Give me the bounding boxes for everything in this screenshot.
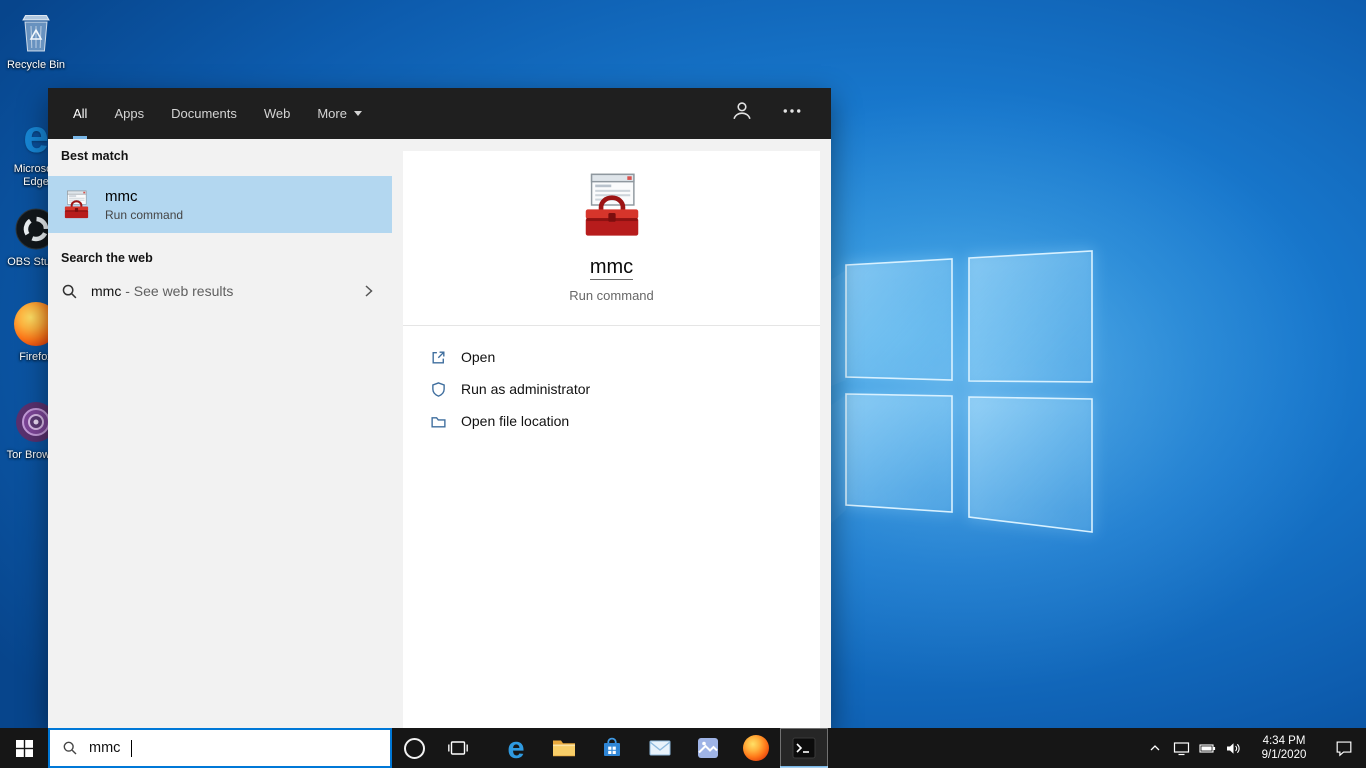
web-result-text: mmc - See web results: [91, 283, 234, 299]
open-icon: [432, 350, 445, 364]
action-center-button[interactable]: [1322, 728, 1366, 768]
desktop: Recycle Bin e Microsoft Edge OBS Studio …: [0, 0, 1366, 768]
result-subtitle: Run command: [105, 208, 184, 222]
search-input-text: mmc: [89, 740, 121, 756]
desktop-icon-label: Recycle Bin: [6, 59, 66, 71]
file-explorer-icon: [553, 740, 575, 757]
microsoft-store-button[interactable]: [588, 728, 636, 768]
desktop-icon-recycle-bin[interactable]: Recycle Bin: [0, 8, 72, 72]
shield-icon: [432, 381, 445, 397]
action-open-file-location[interactable]: Open file location: [403, 405, 820, 437]
tab-apps[interactable]: Apps: [114, 88, 144, 139]
windows-logo-icon: [15, 739, 33, 757]
preview-pane: mmc Run command Open Run as administrato…: [403, 151, 820, 728]
preview-app-icon: [403, 170, 820, 240]
divider: [403, 325, 820, 326]
search-results-list: Best match mmc Run command Search the we…: [48, 139, 392, 728]
folder-icon: [431, 416, 446, 428]
mmc-toolbox-icon: [61, 189, 92, 220]
text-cursor: [131, 739, 133, 757]
mail-icon: [649, 740, 671, 756]
edge-taskbar-button[interactable]: e: [492, 728, 540, 768]
clock-time: 4:34 PM: [1262, 735, 1306, 747]
search-the-web-label: Search the web: [61, 251, 153, 265]
chevron-down-icon: [353, 111, 362, 116]
search-tabs-header: All Apps Documents Web More: [48, 88, 831, 139]
microsoft-store-icon: [604, 737, 620, 756]
recycle-bin-icon: [0, 8, 72, 56]
taskbar-search-box[interactable]: mmc: [48, 728, 392, 768]
search-tabs: All Apps Documents Web More: [73, 88, 362, 139]
action-run-as-administrator[interactable]: Run as administrator: [403, 373, 820, 405]
search-icon: [62, 740, 78, 756]
clock[interactable]: 4:34 PM 9/1/2020: [1246, 728, 1322, 768]
action-open[interactable]: Open: [403, 341, 820, 373]
tab-web[interactable]: Web: [264, 88, 291, 139]
command-prompt-icon: [792, 737, 816, 759]
tray-chevron-up-icon[interactable]: [1142, 728, 1168, 768]
file-explorer-button[interactable]: [540, 728, 588, 768]
preview-actions: Open Run as administrator Open file loca…: [403, 341, 820, 437]
web-result-row[interactable]: mmc - See web results: [48, 273, 392, 309]
best-match-label: Best match: [61, 149, 129, 163]
action-center-icon: [1336, 741, 1352, 757]
result-title: mmc: [105, 188, 138, 205]
volume-icon[interactable]: [1220, 728, 1246, 768]
pinned-apps: e: [492, 728, 828, 768]
tab-more[interactable]: More: [317, 88, 362, 139]
mail-button[interactable]: [636, 728, 684, 768]
tab-documents[interactable]: Documents: [171, 88, 237, 139]
edge-icon: e: [507, 730, 525, 765]
ellipsis-icon[interactable]: [781, 100, 803, 127]
task-view-button[interactable]: [436, 728, 480, 768]
command-prompt-button[interactable]: [780, 728, 828, 768]
battery-icon[interactable]: [1194, 728, 1220, 768]
user-icon[interactable]: [731, 100, 753, 127]
pinned-app-icon: [698, 738, 718, 758]
search-flyout: All Apps Documents Web More Best match m…: [48, 88, 831, 728]
best-match-result[interactable]: mmc Run command: [48, 176, 392, 233]
tab-all[interactable]: All: [73, 88, 88, 139]
system-tray: 4:34 PM 9/1/2020: [1142, 728, 1366, 768]
chevron-right-icon[interactable]: [360, 282, 378, 305]
task-view-icon: [448, 741, 468, 755]
cortana-icon: [403, 737, 425, 759]
preview-subtitle: Run command: [569, 288, 654, 303]
taskbar: mmc e 4:34 PM 9/1/2020: [0, 728, 1366, 768]
cortana-button[interactable]: [392, 728, 436, 768]
start-button[interactable]: [0, 728, 48, 768]
firefox-taskbar-button[interactable]: [732, 728, 780, 768]
firefox-icon: [743, 735, 769, 761]
display-icon[interactable]: [1168, 728, 1194, 768]
preview-title: mmc: [589, 256, 634, 280]
clock-date: 9/1/2020: [1261, 749, 1307, 761]
search-icon: [61, 283, 78, 300]
pinned-app-button[interactable]: [684, 728, 732, 768]
